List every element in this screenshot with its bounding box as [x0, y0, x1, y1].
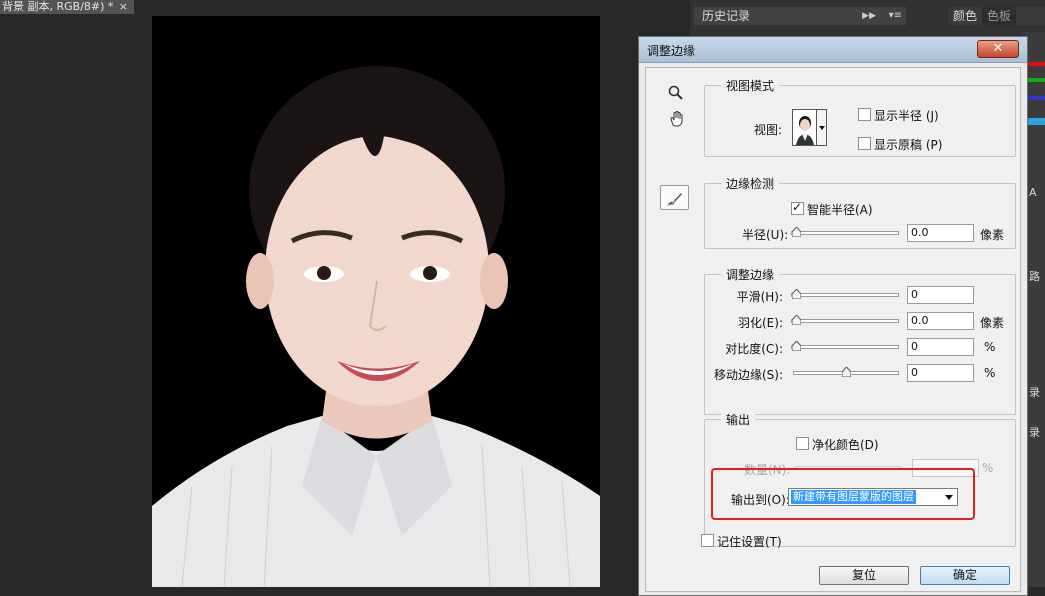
view-thumbnail-dropdown[interactable] [792, 109, 827, 146]
adjust-row-slider[interactable] [791, 341, 899, 351]
view-mode-legend: 视图模式 [721, 77, 780, 94]
brush-icon [666, 193, 682, 206]
red-swatch [1027, 62, 1045, 66]
blue-swatch [1027, 96, 1045, 100]
strip-glyph-record1: 录 [1029, 386, 1040, 399]
tab-swatches[interactable]: 色板 [982, 7, 1017, 25]
tab-color[interactable]: 颜色 [948, 7, 982, 25]
zoom-tool-icon[interactable] [668, 85, 684, 105]
radius-label: 半径(U): [742, 228, 789, 242]
tab-history[interactable]: 历史记录 ▶▶ ▾≡ [694, 7, 906, 25]
radius-slider[interactable] [791, 227, 899, 237]
strip-glyph-record2: 录 [1029, 426, 1040, 439]
dialog-client: 视图模式 视图: 显示半径 (J) 显示原稿 (P) 边缘检测 智能半径(A) … [645, 67, 1021, 592]
remember-settings-label: 记住设置(T) [717, 535, 782, 549]
adjust-row-label: 对比度(C): [725, 342, 783, 356]
adjust-row-label: 平滑(H): [736, 290, 783, 304]
collapse-arrows-icon[interactable]: ▶▶ [862, 7, 876, 25]
show-original-checkbox[interactable] [858, 137, 871, 150]
decontaminate-checkbox[interactable] [796, 437, 809, 450]
slider-knob[interactable] [792, 315, 801, 325]
hand-tool-icon[interactable] [668, 110, 686, 132]
adjust-row-input[interactable]: 0 [907, 338, 974, 356]
strip-glyph-a: A [1029, 186, 1037, 199]
slider-knob[interactable] [842, 367, 851, 377]
dialog-titlebar[interactable]: 调整边缘 ✕ [639, 37, 1027, 63]
cyan-swatch [1027, 118, 1045, 125]
green-swatch [1027, 78, 1045, 82]
adjust-row-slider[interactable] [791, 289, 899, 299]
slider-knob[interactable] [792, 289, 801, 299]
edge-detection-legend: 边缘检测 [721, 175, 780, 192]
close-tab-icon[interactable]: × [119, 0, 128, 14]
adjust-row-input[interactable]: 0 [907, 286, 974, 304]
radius-unit: 像素 [980, 228, 1005, 242]
document-tab-title: 背景 副本, RGB/8#) * [2, 0, 114, 13]
portrait-photo [152, 16, 600, 587]
adjust-row-label: 羽化(E): [738, 316, 783, 330]
slider-knob[interactable] [792, 341, 801, 351]
adjust-row-unit: % [984, 366, 996, 380]
adjust-row-unit: 像素 [980, 316, 1005, 330]
highlight-annotation [711, 468, 975, 520]
portrait-illustration [152, 16, 600, 587]
panel-menu-icon[interactable]: ▾≡ [889, 7, 902, 25]
show-radius-checkbox[interactable] [858, 108, 871, 121]
adjust-row-input[interactable]: 0.0 [907, 312, 974, 330]
remember-settings-checkbox[interactable] [701, 534, 714, 547]
adjust-edge-legend: 调整边缘 [721, 266, 780, 283]
adjust-row-slider[interactable] [791, 315, 899, 325]
history-tab-label: 历史记录 [702, 9, 751, 23]
smart-radius-label: 智能半径(A) [807, 203, 873, 217]
dialog-title: 调整边缘 [647, 44, 696, 58]
strip-glyph-path: 路 [1029, 270, 1040, 283]
reset-button[interactable]: 复位 [819, 566, 909, 585]
adjust-row-slider[interactable] [793, 367, 899, 377]
refine-edge-dialog: 调整边缘 ✕ 视图模式 视图: 显示半径 (J) 显示原稿 (P) 边缘检测 ✓… [638, 36, 1028, 596]
view-label: 视图: [754, 123, 783, 137]
show-original-label: 显示原稿 (P) [874, 138, 943, 152]
view-thumbnail-icon [793, 110, 817, 145]
close-icon[interactable]: ✕ [977, 40, 1019, 58]
adjust-row-unit: % [984, 340, 996, 354]
refine-brush-tool[interactable] [660, 185, 689, 210]
show-radius-label: 显示半径 (J) [874, 109, 939, 123]
radius-input[interactable]: 0.0 [907, 224, 974, 242]
smart-radius-checkbox[interactable] [791, 200, 804, 215]
adjust-row-label: 移动边缘(S): [713, 368, 783, 382]
amount-unit: % [982, 461, 994, 475]
adjust-row-input[interactable]: 0 [907, 364, 974, 382]
color-tabs: 颜色 色板 [948, 7, 1045, 25]
document-tab[interactable]: 背景 副本, RGB/8#) * × [0, 0, 134, 14]
slider-knob[interactable] [792, 227, 801, 237]
ok-button[interactable]: 确定 [920, 566, 1010, 585]
output-legend: 输出 [721, 411, 756, 428]
decontaminate-label: 净化颜色(D) [812, 438, 879, 452]
